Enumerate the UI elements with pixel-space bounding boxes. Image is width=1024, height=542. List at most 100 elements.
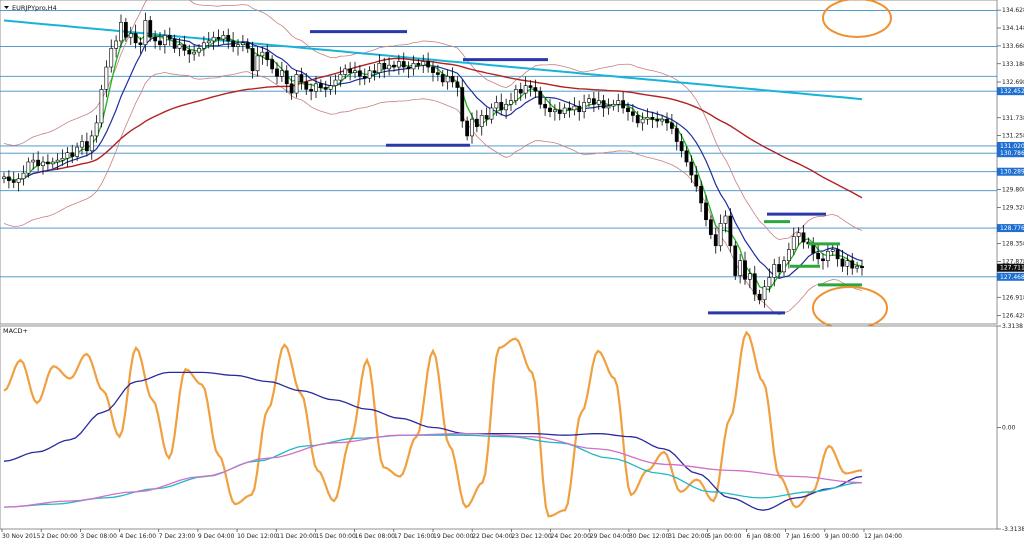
candle-body	[197, 48, 201, 53]
candle-body	[75, 146, 80, 157]
candle-body	[99, 89, 104, 124]
candle-body	[372, 70, 377, 73]
candle-body	[752, 273, 757, 295]
candle-body	[616, 100, 621, 105]
price-tick-label: 129.328	[1002, 205, 1024, 212]
candle-body	[733, 245, 738, 276]
candle-body	[518, 89, 523, 94]
macd-pane[interactable]: 3.3138 0.00 -3.3138 MACD+	[0, 323, 1024, 533]
candle-body	[543, 103, 548, 109]
candle-body	[548, 107, 552, 113]
candle-body	[348, 68, 353, 73]
time-tick-label: 22 Dec 04:00	[472, 533, 513, 540]
candle-body	[245, 42, 250, 49]
candle-body	[601, 100, 606, 109]
candle-body	[611, 103, 616, 107]
candle-body	[460, 87, 465, 122]
time-tick-label: 19 Dec 00:00	[433, 533, 474, 540]
candle-body	[60, 157, 65, 161]
candle-body	[318, 83, 323, 88]
time-tick-label: 9 Dec 04:00	[198, 533, 235, 540]
candle-body	[786, 249, 791, 261]
price-tag-label: 128.776	[1000, 225, 1024, 232]
candle-body	[182, 44, 187, 51]
candle-body	[645, 117, 650, 120]
candle-body	[587, 98, 591, 103]
candle-body	[421, 61, 426, 66]
candle-body	[450, 76, 455, 83]
candle-body	[431, 66, 435, 73]
candle-body	[314, 83, 318, 92]
candle-body	[128, 33, 133, 38]
candle-body	[240, 42, 245, 45]
candle-body	[777, 264, 782, 273]
candle-body	[2, 176, 6, 180]
candle-body	[567, 107, 572, 111]
candle-body	[718, 223, 723, 247]
candle-body	[265, 51, 270, 60]
candle-body	[479, 115, 484, 127]
candle-body	[367, 70, 372, 79]
candle-body	[435, 72, 440, 75]
candle-body	[192, 51, 197, 55]
time-tick-label: 17 Dec 16:00	[394, 533, 435, 540]
candle-body	[21, 172, 26, 180]
candle-body	[694, 174, 699, 187]
candle-body	[528, 85, 533, 88]
candle-body	[94, 122, 99, 137]
candle-body	[36, 159, 41, 167]
candle-body	[640, 118, 645, 124]
price-tick-label: 132.698	[1002, 79, 1024, 86]
time-tick-label: 10 Dec 12:00	[237, 533, 278, 540]
candle-body	[825, 251, 830, 261]
candle-body	[767, 277, 772, 288]
candle-body	[850, 260, 855, 269]
time-tick-label: 7 Jan 16:00	[786, 533, 820, 540]
price-tag-label: 131.020	[1000, 143, 1024, 150]
candle-body	[328, 85, 333, 90]
candle-body	[158, 40, 162, 45]
candle-body	[401, 61, 406, 68]
price-pane[interactable]: 134.628 134.148 133.668 133.188 132.698 131.7…	[0, 0, 1024, 330]
candle-body	[387, 64, 392, 70]
candle-body	[338, 74, 343, 81]
candle-body	[747, 273, 752, 280]
candle-body	[236, 44, 240, 47]
candle-body	[309, 89, 314, 92]
candle-body	[279, 70, 284, 77]
candle-body	[45, 161, 50, 165]
time-tick-label: 7 Dec 23:00	[159, 533, 196, 540]
candle-body	[835, 249, 840, 260]
candle-body	[801, 232, 806, 243]
price-axis: 134.628 134.148 133.668 133.188 132.698 131.7…	[997, 7, 1024, 320]
candle-body	[289, 83, 294, 94]
candle-body	[582, 102, 587, 113]
time-tick-label: 31 Dec 20:00	[668, 533, 709, 540]
candle-body	[713, 234, 718, 247]
candle-body	[684, 150, 689, 163]
candle-body	[299, 74, 304, 83]
candle-body	[591, 98, 596, 105]
candle-body	[201, 42, 206, 49]
candle-body	[109, 48, 114, 68]
candle-body	[6, 176, 11, 181]
candle-body	[377, 63, 382, 73]
candle-body	[577, 105, 582, 113]
candle-body	[650, 117, 655, 120]
price-tag-label: 127.711	[1000, 265, 1024, 272]
candle-body	[143, 20, 148, 45]
candle-body	[55, 159, 60, 163]
candle-body	[133, 33, 138, 44]
candle-body	[470, 118, 474, 137]
candle-body	[167, 35, 172, 40]
candle-body	[552, 109, 557, 113]
candle-body	[333, 79, 338, 86]
candle-body	[80, 141, 84, 148]
candle-body	[630, 111, 635, 116]
candle-body	[304, 81, 309, 90]
candle-body	[660, 118, 665, 122]
candle-body	[830, 249, 835, 252]
candle-body	[440, 74, 445, 83]
candle-body	[16, 178, 21, 183]
time-tick-label: 11 Dec 20:00	[276, 533, 317, 540]
